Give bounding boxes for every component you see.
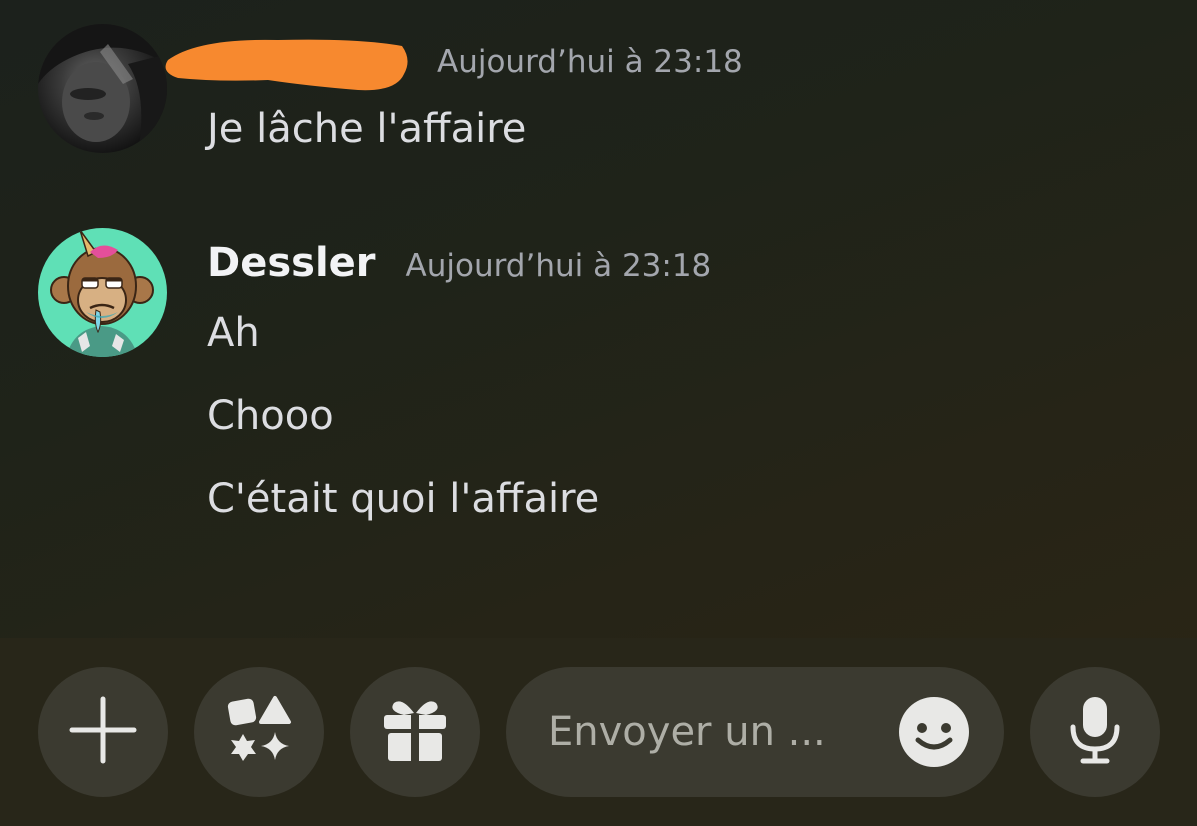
message-text: Chooo	[207, 393, 334, 439]
attach-button[interactable]	[38, 667, 168, 797]
message-text: Ah	[207, 310, 260, 356]
message-timestamp: Aujourd’hui à 23:18	[405, 248, 712, 284]
voice-message-button[interactable]	[1030, 667, 1160, 797]
apps-icon	[223, 694, 295, 770]
avatar[interactable]	[38, 228, 167, 357]
message-header: Dessler Aujourd’hui à 23:18	[207, 240, 711, 286]
apps-button[interactable]	[194, 667, 324, 797]
message-input-container[interactable]	[506, 667, 1004, 797]
message-author[interactable]: Dessler	[207, 240, 376, 286]
gift-button[interactable]	[350, 667, 480, 797]
plus-icon	[68, 695, 138, 769]
microphone-icon	[1065, 695, 1125, 769]
message-group: Dessler Aujourd’hui à 23:18 Ah Chooo C'é…	[0, 0, 1197, 560]
gift-icon	[380, 695, 450, 769]
emoji-icon[interactable]	[898, 696, 970, 768]
chat-messages: Aujourd’hui à 23:18 Je lâche l'affaire D…	[0, 0, 1197, 638]
message-text: C'était quoi l'affaire	[207, 476, 600, 522]
message-input[interactable]	[548, 697, 868, 767]
